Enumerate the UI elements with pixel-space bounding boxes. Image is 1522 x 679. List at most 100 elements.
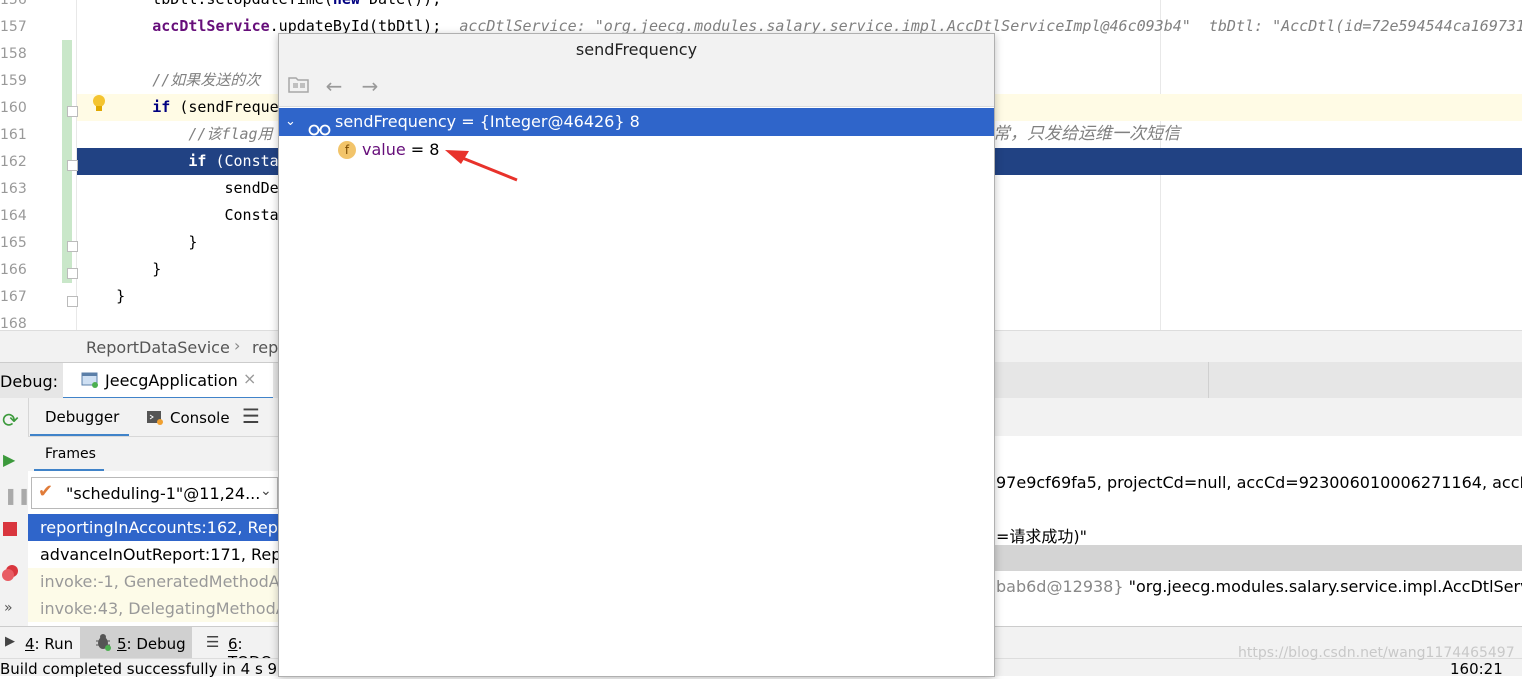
popup-toolbar: ← → xyxy=(279,66,994,107)
code-token: } xyxy=(80,260,162,278)
check-icon: ✔ xyxy=(38,481,54,502)
frame-item[interactable]: advanceInOutReport:171, Repo xyxy=(40,541,291,568)
more-actions-icon[interactable]: » xyxy=(4,600,13,616)
todo-tool-tab[interactable]: ☰ 6: TODO xyxy=(200,627,278,671)
back-arrow-icon[interactable]: ← xyxy=(322,74,346,98)
code-token: if xyxy=(152,98,171,116)
code-token: (sendFreque xyxy=(170,98,279,116)
variable-value[interactable]: 97e9cf69fa5, projectCd=null, accCd=92300… xyxy=(996,469,1522,493)
line-number[interactable]: 158 xyxy=(0,46,27,62)
field-name: value xyxy=(362,140,406,159)
fold-marker-icon[interactable] xyxy=(67,106,78,117)
variable-name: sendFrequency xyxy=(335,112,457,131)
popup-title[interactable]: sendFrequency xyxy=(279,34,994,67)
line-number[interactable]: 163 xyxy=(0,181,27,197)
bug-icon xyxy=(94,633,112,651)
lightbulb-icon[interactable] xyxy=(91,94,107,114)
tab-frames-label: Frames xyxy=(45,446,96,462)
debug-tool-tab[interactable]: 5: Debug xyxy=(80,627,192,659)
todo-tab-mnemonic: 6 xyxy=(228,635,238,653)
caret-position[interactable]: 160:21 xyxy=(1450,659,1503,679)
fold-marker-icon[interactable] xyxy=(67,268,78,279)
fold-marker-icon[interactable] xyxy=(67,296,78,307)
console-icon[interactable] xyxy=(146,409,164,425)
view-breakpoints-icon[interactable] xyxy=(1,564,19,582)
line-number[interactable]: 164 xyxy=(0,208,27,224)
code-token: (Consta xyxy=(206,152,279,170)
code-token: if xyxy=(188,152,207,170)
code-token: sendDe xyxy=(80,179,279,197)
menu-icon[interactable]: ☰ xyxy=(242,404,260,428)
tab-debugger[interactable]: Debugger xyxy=(30,398,129,437)
line-number[interactable]: 160 xyxy=(0,100,27,116)
breadcrumb-class[interactable]: ReportDataSevice xyxy=(86,338,230,357)
frame-item[interactable]: reportingInAccounts:162, Repor xyxy=(40,514,294,541)
chevron-down-icon: ⌄ xyxy=(260,483,272,499)
line-number[interactable]: 157 xyxy=(0,19,27,35)
tree-node-root[interactable]: ⌄ sendFrequency = {Integer@46426} 8 xyxy=(279,108,994,136)
frames-panel: ✔ "scheduling-1"@11,24... ⌄ reportingInA… xyxy=(28,471,294,626)
field-value: = 8 xyxy=(405,140,440,159)
variables-header xyxy=(993,362,1522,398)
line-number[interactable]: 159 xyxy=(0,73,27,89)
variables-header-divider xyxy=(1208,362,1209,398)
frames-header: Frames xyxy=(28,436,278,472)
stop-icon[interactable] xyxy=(3,522,17,536)
tab-console-label[interactable]: Console xyxy=(170,409,230,427)
code-line[interactable]: tbDtl.setUpdateTime(new Date()); xyxy=(80,0,1522,13)
debug-session-tab[interactable]: JeecgApplication × xyxy=(63,363,273,400)
pause-icon[interactable]: ❚❚ xyxy=(4,486,31,505)
thread-name: "scheduling-1"@11,24... xyxy=(66,484,261,503)
folder-icon[interactable] xyxy=(287,74,311,98)
breadcrumb-chevron-icon: › xyxy=(234,336,241,355)
line-number[interactable]: 165 xyxy=(0,235,27,251)
object-string: "org.jeecg.modules.salary.service.impl.A… xyxy=(1128,577,1522,596)
object-reference: bab6d@12938} xyxy=(996,577,1124,596)
tab-frames[interactable]: Frames xyxy=(34,437,104,472)
forward-arrow-icon[interactable]: → xyxy=(358,74,382,98)
run-tool-tab[interactable]: ▶ 4: Run xyxy=(0,627,80,659)
debug-label: Debug: xyxy=(0,372,59,391)
code-token: Date()); xyxy=(360,0,441,8)
line-number[interactable]: 161 xyxy=(0,127,27,143)
line-number[interactable]: 166 xyxy=(0,262,27,278)
debug-actions-strip: ⟳ ▶ ❚❚ » xyxy=(0,398,31,626)
breadcrumb-method[interactable]: rep xyxy=(252,338,278,357)
code-token: accDtlService xyxy=(152,17,270,35)
debug-tab-mnemonic: 5 xyxy=(117,635,127,653)
frame-item[interactable]: invoke:43, DelegatingMethodA xyxy=(40,595,287,622)
variables-toolbar xyxy=(993,398,1522,436)
code-token: } xyxy=(80,233,198,251)
code-comment-continuation: 常，只发给运维一次短信 xyxy=(993,124,1180,144)
fold-marker-icon[interactable] xyxy=(67,241,78,252)
fold-marker-icon[interactable] xyxy=(67,160,78,171)
line-number[interactable]: 162 xyxy=(0,154,27,170)
thread-selector[interactable]: ✔ "scheduling-1"@11,24... ⌄ xyxy=(31,477,278,509)
tree-node-child[interactable]: f value = 8 xyxy=(279,136,994,164)
code-token: //该flag用 xyxy=(188,125,273,143)
line-number[interactable]: 167 xyxy=(0,289,27,305)
resume-icon[interactable]: ▶ xyxy=(3,450,15,469)
list-icon: ☰ xyxy=(206,633,220,651)
expand-chevron-icon[interactable]: ⌄ xyxy=(285,108,296,136)
application-icon xyxy=(81,372,99,388)
field-icon: f xyxy=(338,141,356,159)
variable-value: = {Integer@46426} 8 xyxy=(456,112,640,131)
variable-value[interactable]: bab6d@12938} "org.jeecg.modules.salary.s… xyxy=(996,577,1522,596)
annotation-arrow-icon xyxy=(445,147,520,187)
close-icon[interactable]: × xyxy=(243,369,256,388)
variable-value[interactable]: =请求成功)" xyxy=(996,523,1087,547)
status-message[interactable]: Build completed successfully in 4 s 96 xyxy=(0,659,287,679)
code-token: //如果发送的次 xyxy=(152,71,261,89)
run-icon: ▶ xyxy=(5,634,15,649)
evaluate-popup[interactable]: sendFrequency ← → ⌄ sendFrequency = {Int… xyxy=(278,33,995,677)
line-number[interactable]: 156 xyxy=(0,0,27,8)
code-token: tbDtl.setUpdateTime( xyxy=(80,0,333,8)
execution-point-line-right xyxy=(993,148,1522,175)
frame-item[interactable]: invoke:-1, GeneratedMethodAc xyxy=(40,568,288,595)
rerun-icon[interactable]: ⟳ xyxy=(2,408,19,432)
